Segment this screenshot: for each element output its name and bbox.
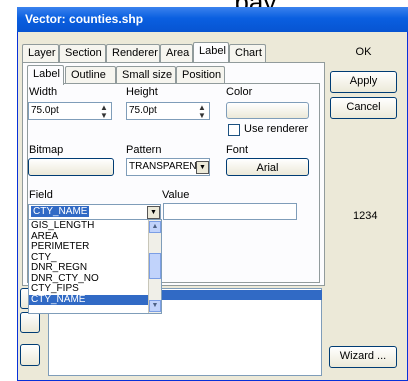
height-value: 75.0pt bbox=[129, 105, 157, 116]
field-select[interactable]: CTY_NAME bbox=[28, 204, 161, 220]
pattern-value: TRANSPAREN bbox=[129, 161, 197, 172]
subtab-text: Position bbox=[182, 69, 222, 81]
main-tabs: Layer Section Renderer Area Label Chart bbox=[22, 42, 312, 64]
value-input[interactable] bbox=[163, 203, 297, 220]
field-dropdown-arrow-icon[interactable]: ▼ bbox=[147, 206, 160, 219]
tab-section[interactable]: Section bbox=[59, 44, 106, 62]
ok-label: OK bbox=[355, 46, 372, 58]
cancel-label: Cancel bbox=[346, 101, 381, 113]
field-label: Field bbox=[29, 189, 53, 201]
pattern-label: Pattern bbox=[126, 144, 162, 156]
height-spin-icon[interactable]: ▲ ▼ bbox=[195, 104, 209, 120]
wizard-button[interactable]: Wizard ... bbox=[329, 346, 397, 368]
side-value: 1234 bbox=[353, 210, 378, 222]
tab-label: Area bbox=[166, 47, 190, 59]
use-renderer-checkbox[interactable] bbox=[228, 124, 240, 136]
list-item-selected[interactable]: CTY_NAME bbox=[29, 294, 148, 305]
cancel-button[interactable]: Cancel bbox=[330, 97, 397, 119]
scroll-thumb[interactable] bbox=[149, 253, 161, 279]
subtab-small-size[interactable]: Small size bbox=[116, 66, 176, 84]
tab-label-active[interactable]: Label bbox=[193, 42, 229, 62]
tab-renderer[interactable]: Renderer bbox=[106, 44, 160, 62]
sub-tabs: Label Outline Small size Position bbox=[27, 65, 237, 85]
tab-label: Layer bbox=[28, 47, 56, 59]
subtab-position[interactable]: Position bbox=[176, 66, 225, 84]
color-button[interactable] bbox=[226, 102, 309, 119]
tab-area[interactable]: Area bbox=[160, 44, 193, 62]
scroll-down-icon[interactable]: ▼ bbox=[149, 300, 161, 312]
apply-button[interactable]: Apply bbox=[330, 71, 397, 93]
subtab-text: Label bbox=[33, 68, 60, 80]
tab-layer[interactable]: Layer bbox=[22, 44, 59, 62]
scroll-up-icon[interactable]: ▲ bbox=[149, 221, 161, 233]
tab-label: Chart bbox=[235, 47, 262, 59]
field-dropdown-list[interactable]: GIS_LENGTH AREA PERIMETER CTY_ DNR_REGN … bbox=[28, 219, 162, 314]
ok-button[interactable]: OK bbox=[330, 41, 397, 62]
dropdown-arrow-icon[interactable]: ▼ bbox=[196, 161, 209, 174]
list-item[interactable]: GIS_LENGTH bbox=[29, 220, 148, 232]
list-item[interactable]: PERIMETER bbox=[29, 241, 148, 253]
list-scrollbar[interactable]: ▲ ▼ bbox=[148, 220, 161, 313]
font-value: Arial bbox=[256, 162, 279, 174]
color-label: Color bbox=[226, 86, 253, 98]
width-spin-icon[interactable]: ▲ ▼ bbox=[97, 104, 111, 120]
window-titlebar[interactable]: Vector: counties.shp bbox=[17, 7, 408, 32]
font-button[interactable]: Arial bbox=[226, 158, 309, 176]
tab-chart[interactable]: Chart bbox=[229, 44, 266, 62]
value-label: Value bbox=[162, 189, 190, 201]
bitmap-label: Bitmap bbox=[29, 144, 64, 156]
subtab-text: Small size bbox=[122, 69, 173, 81]
bitmap-button[interactable] bbox=[28, 158, 114, 176]
window-title: Vector: counties.shp bbox=[25, 12, 144, 26]
tab-label: Label bbox=[199, 45, 226, 57]
subtab-outline[interactable]: Outline bbox=[65, 66, 116, 84]
tab-label: Section bbox=[65, 47, 102, 59]
side-button-2[interactable] bbox=[20, 312, 40, 333]
tab-label: Renderer bbox=[112, 47, 158, 59]
use-renderer-label: Use renderer bbox=[244, 123, 309, 135]
list-item[interactable]: CTY_FIPS bbox=[29, 283, 148, 295]
height-label: Height bbox=[126, 86, 158, 98]
side-button-3[interactable] bbox=[20, 344, 40, 366]
font-label: Font bbox=[226, 144, 249, 156]
width-label: Width bbox=[29, 86, 58, 98]
width-value: 75.0pt bbox=[31, 105, 59, 116]
wizard-label: Wizard ... bbox=[339, 350, 387, 362]
apply-label: Apply bbox=[349, 75, 378, 87]
subtab-text: Outline bbox=[71, 69, 106, 81]
subtab-label[interactable]: Label bbox=[27, 65, 64, 85]
list-item[interactable]: DNR_REGN bbox=[29, 262, 148, 274]
field-select-value: CTY_NAME bbox=[31, 206, 90, 217]
